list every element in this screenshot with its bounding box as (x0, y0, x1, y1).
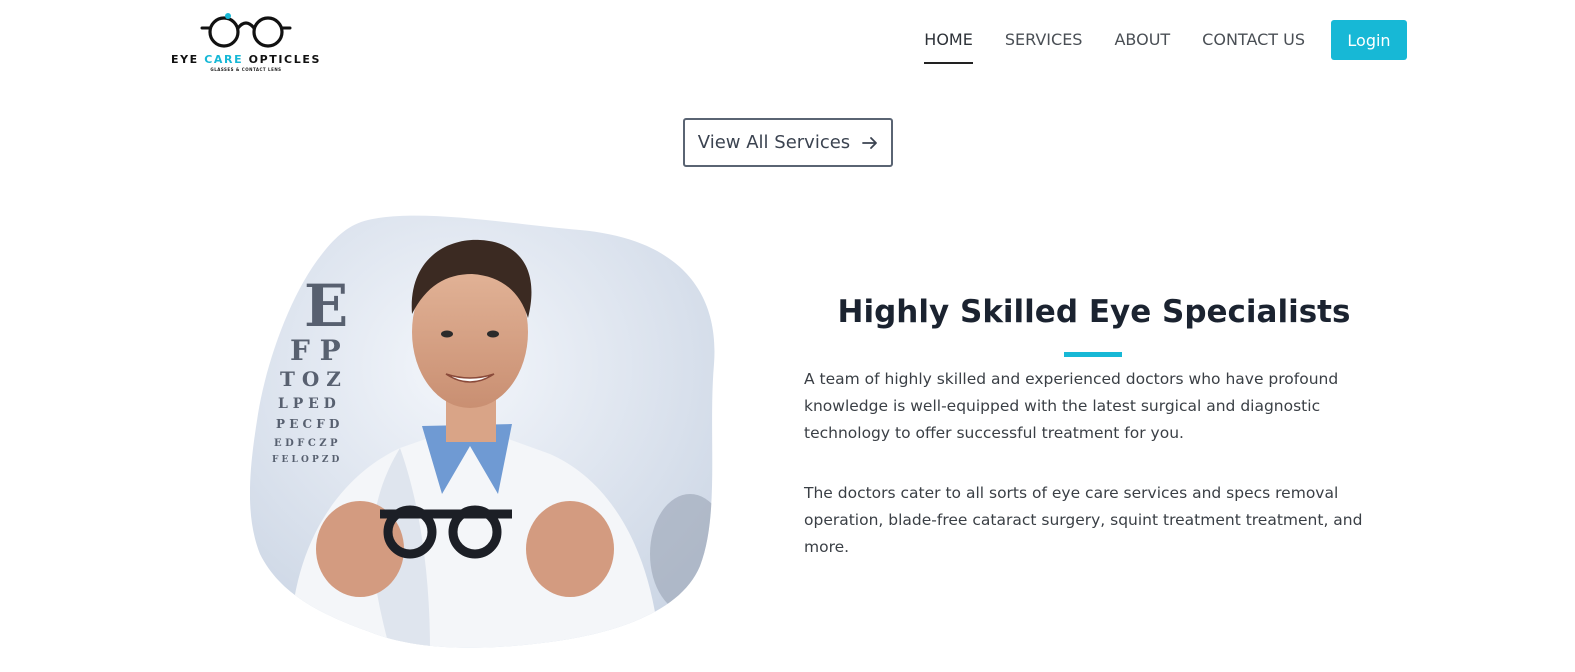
eye-specialist-photo: E F P T O Z L P E D P E C F D E D F C Z … (250, 215, 715, 648)
page: EYE CARE OPTICLES GLASSES & CONTACT LENS… (0, 0, 1575, 672)
glasses-logo-icon (200, 13, 292, 48)
main-nav: HOME SERVICES ABOUT CONTACT US Login (924, 20, 1407, 64)
view-all-services-button[interactable]: View All Services (683, 118, 893, 167)
nav-about[interactable]: ABOUT (1114, 20, 1170, 60)
nav-contact-us[interactable]: CONTACT US (1202, 20, 1305, 60)
login-button[interactable]: Login (1331, 20, 1407, 60)
brand-name: EYE CARE OPTICLES (171, 53, 321, 66)
view-all-services-label: View All Services (697, 132, 851, 153)
nav-home[interactable]: HOME (924, 20, 973, 64)
intro-paragraph: A team of highly skilled and experienced… (804, 370, 1339, 442)
svg-text:F E L O P Z D: F E L O P Z D (272, 455, 340, 465)
brand-logo[interactable]: EYE CARE OPTICLES GLASSES & CONTACT LENS (170, 8, 322, 72)
arrow-right-icon (862, 136, 878, 150)
svg-text:E D F C Z P: E D F C Z P (274, 438, 338, 449)
section-title: Highly Skilled Eye Specialists (837, 294, 1351, 330)
title-underline (1064, 352, 1122, 357)
svg-text:F P: F P (290, 334, 341, 367)
services-paragraph: The doctors cater to all sorts of eye ca… (804, 484, 1363, 556)
svg-text:L P E D: L P E D (278, 396, 336, 412)
brand-tagline: GLASSES & CONTACT LENS (210, 67, 282, 72)
nav-services[interactable]: SERVICES (1005, 20, 1083, 60)
svg-text:E: E (304, 272, 348, 340)
svg-text:T O Z: T O Z (280, 367, 341, 391)
svg-text:P E C F D: P E C F D (276, 417, 339, 431)
